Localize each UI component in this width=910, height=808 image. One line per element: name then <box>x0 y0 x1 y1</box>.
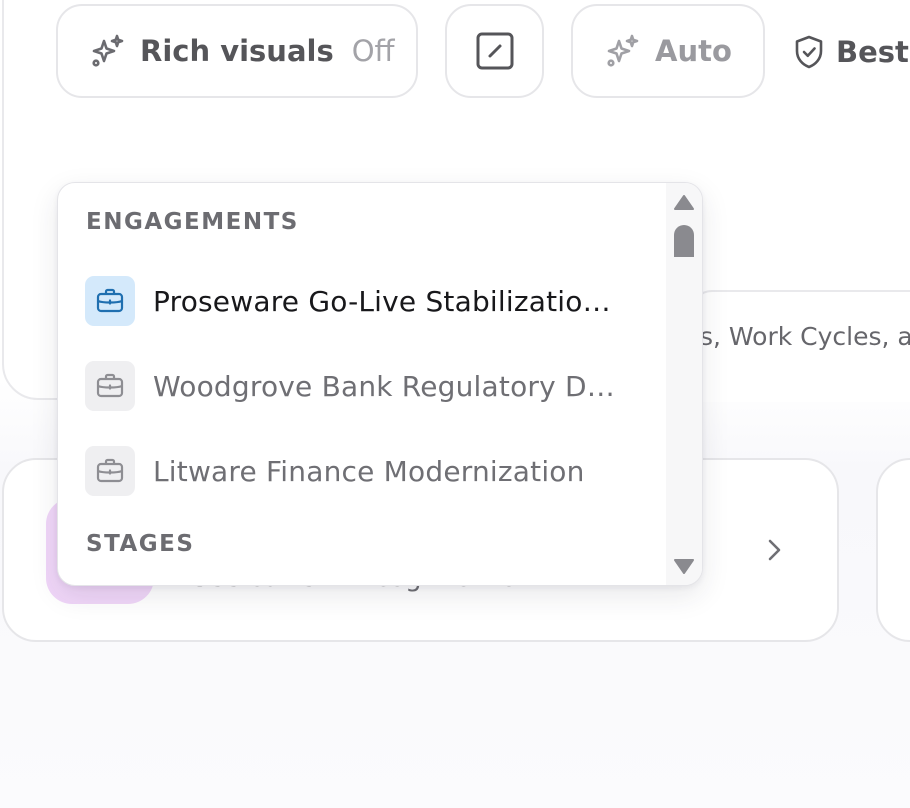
auto-mode-button[interactable]: Auto <box>571 4 765 98</box>
scroll-down-arrow-icon[interactable] <box>673 557 695 575</box>
sparkles-icon <box>92 34 124 67</box>
engagement-item-woodgrove[interactable]: Woodgrove Bank Regulatory D… <box>85 360 645 412</box>
rich-visuals-toggle[interactable]: Rich visuals Off <box>56 4 418 98</box>
edit-square-icon <box>476 32 513 70</box>
scroll-thumb[interactable] <box>674 225 694 257</box>
briefcase-icon <box>96 288 124 313</box>
briefcase-icon <box>96 458 124 483</box>
secondary-action-card[interactable] <box>876 458 910 642</box>
composer-subtitle-text: s, Work Cycles, ar <box>700 322 910 351</box>
auto-label: Auto <box>655 34 732 68</box>
engagement-item-proseware[interactable]: Proseware Go-Live Stabilizatio… <box>85 275 645 327</box>
briefcase-icon-tile <box>85 276 135 326</box>
briefcase-icon-tile <box>85 361 135 411</box>
sparkles-icon <box>607 34 639 67</box>
briefcase-icon-tile <box>85 446 135 496</box>
engagement-label: Woodgrove Bank Regulatory D… <box>153 369 615 403</box>
scroll-up-arrow-icon[interactable] <box>673 194 695 212</box>
engagement-dropdown: ENGAGEMENTS Proseware Go-Live Stabilizat… <box>57 182 703 586</box>
section-label-engagements: ENGAGEMENTS <box>86 209 299 235</box>
engagement-item-litware[interactable]: Litware Finance Modernization <box>85 445 645 497</box>
briefcase-icon <box>96 373 124 398</box>
edit-button[interactable] <box>445 4 544 98</box>
dropdown-scrollbar[interactable] <box>666 183 702 585</box>
section-label-stages: STAGES <box>86 531 195 557</box>
best-label: Best <box>836 35 909 69</box>
engagement-label: Litware Finance Modernization <box>153 454 585 488</box>
rich-visuals-value: Off <box>351 34 395 68</box>
best-mode-button[interactable]: Best <box>794 20 909 84</box>
chevron-right-icon <box>768 539 781 561</box>
rich-visuals-label: Rich visuals <box>140 34 334 68</box>
engagement-label: Proseware Go-Live Stabilizatio… <box>153 284 611 318</box>
page: Rich visuals Off Auto Best s, Work Cycle… <box>0 0 910 808</box>
shield-check-icon <box>795 35 823 69</box>
